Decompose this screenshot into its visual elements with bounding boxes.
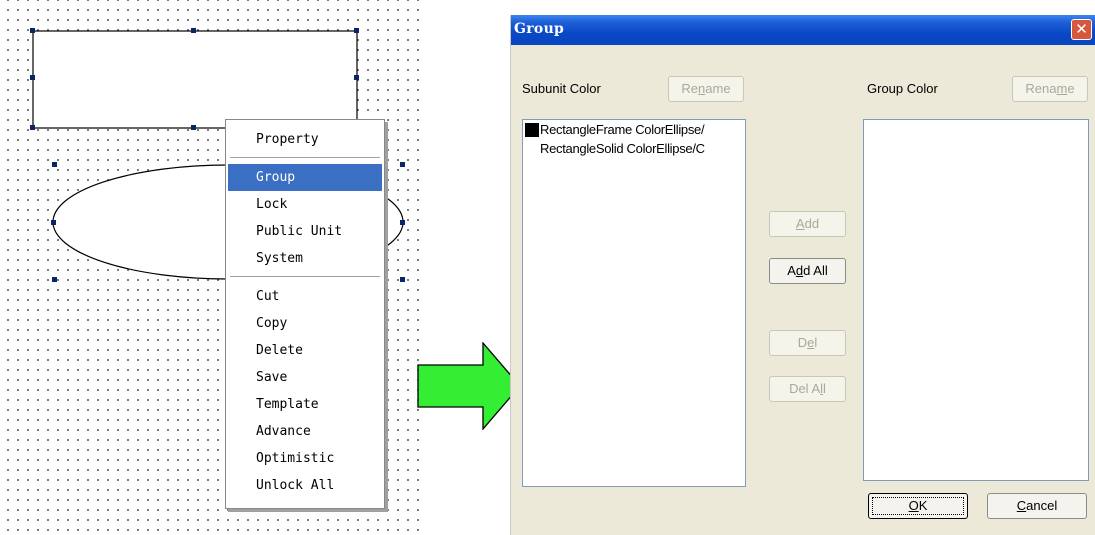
menu-separator — [230, 276, 380, 278]
menu-item-save[interactable]: Save — [228, 364, 382, 391]
ok-button[interactable]: OK — [868, 493, 968, 519]
menu-item-property[interactable]: Property — [228, 126, 382, 153]
menu-item-advance[interactable]: Advance — [228, 418, 382, 445]
del-button[interactable]: Del — [769, 330, 846, 356]
selection-handle[interactable] — [354, 28, 359, 33]
selection-handle[interactable] — [52, 162, 57, 167]
menu-item-optimistic[interactable]: Optimistic — [228, 445, 382, 472]
rectangle-shape[interactable] — [32, 30, 358, 129]
selection-handle[interactable] — [52, 277, 57, 282]
menu-item-delete[interactable]: Delete — [228, 337, 382, 364]
selection-handle[interactable] — [30, 75, 35, 80]
subunit-color-list[interactable]: RectangleFrame ColorEllipse/ RectangleSo… — [522, 119, 746, 487]
subunit-color-label: Subunit Color — [522, 81, 601, 96]
add-button[interactable]: Add — [769, 211, 846, 237]
menu-separator — [230, 157, 380, 159]
selection-handle[interactable] — [354, 75, 359, 80]
list-item[interactable]: RectangleSolid ColorEllipse/C — [523, 139, 745, 158]
menu-item-copy[interactable]: Copy — [228, 310, 382, 337]
selection-handle[interactable] — [400, 277, 405, 282]
selection-handle[interactable] — [400, 162, 405, 167]
dialog-titlebar[interactable]: Group ✕ — [511, 15, 1095, 45]
group-dialog: Group ✕ Subunit Color Rename Group Color… — [510, 15, 1095, 535]
menu-item-public-unit[interactable]: Public Unit — [228, 218, 382, 245]
list-item[interactable]: RectangleFrame ColorEllipse/ — [523, 120, 745, 139]
cancel-button[interactable]: Cancel — [987, 493, 1087, 519]
group-color-list[interactable] — [863, 119, 1089, 481]
rename-right-button[interactable]: Rename — [1012, 76, 1088, 102]
focus-rect — [872, 497, 964, 515]
context-menu: Property Group Lock Public Unit System C… — [225, 119, 385, 509]
selection-handle[interactable] — [191, 125, 196, 130]
menu-item-cut[interactable]: Cut — [228, 283, 382, 310]
add-all-button[interactable]: Add All — [769, 258, 846, 284]
close-icon: ✕ — [1075, 20, 1088, 38]
dialog-title: Group — [514, 21, 565, 37]
menu-item-group[interactable]: Group — [228, 164, 382, 191]
menu-item-lock[interactable]: Lock — [228, 191, 382, 218]
right-arrow-icon — [417, 342, 521, 430]
del-all-button[interactable]: Del All — [769, 376, 846, 402]
selection-handle[interactable] — [51, 220, 56, 225]
menu-item-system[interactable]: System — [228, 245, 382, 272]
rename-left-button[interactable]: Rename — [668, 76, 744, 102]
selection-handle[interactable] — [30, 125, 35, 130]
menu-item-unlock-all[interactable]: Unlock All — [228, 472, 382, 499]
close-button[interactable]: ✕ — [1071, 19, 1092, 40]
menu-item-template[interactable]: Template — [228, 391, 382, 418]
selection-handle[interactable] — [191, 28, 196, 33]
color-swatch — [525, 123, 539, 137]
group-color-label: Group Color — [867, 81, 938, 96]
design-canvas[interactable]: Property Group Lock Public Unit System C… — [0, 0, 420, 535]
selection-handle[interactable] — [400, 220, 405, 225]
selection-handle[interactable] — [30, 28, 35, 33]
